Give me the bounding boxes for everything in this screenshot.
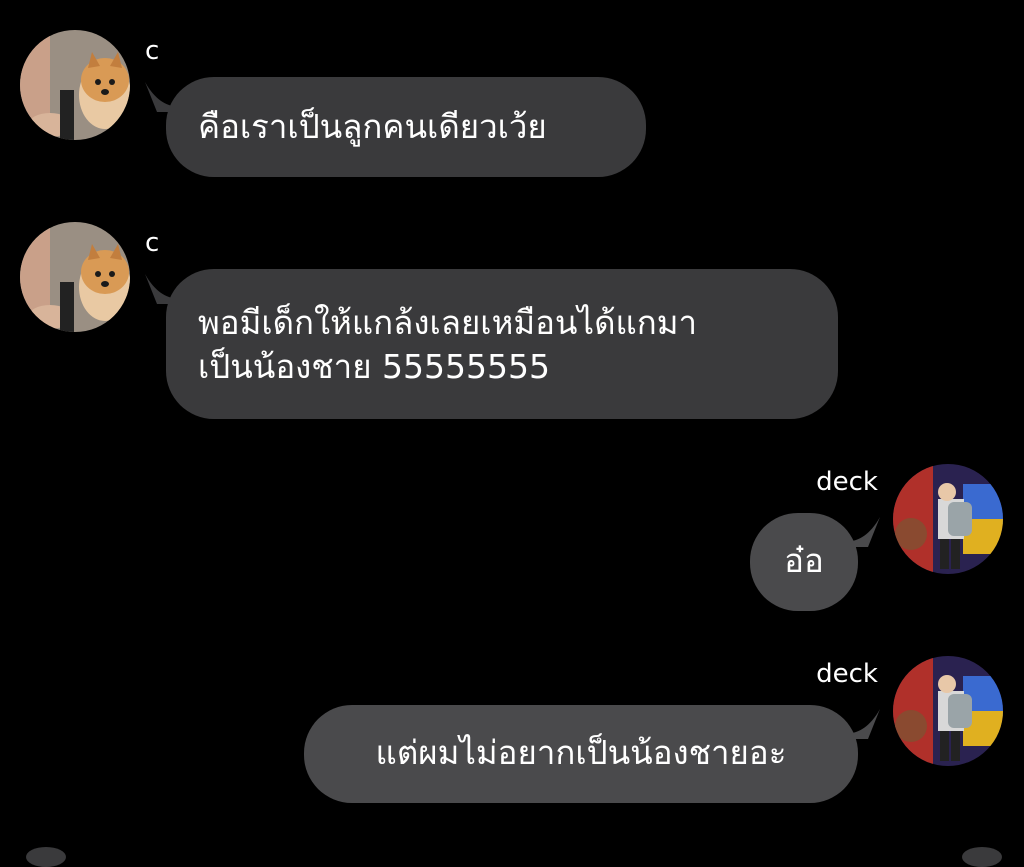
message-outgoing-2: deck แต่ผมไม่อยากเป็นน้องชายอะ bbox=[0, 0, 1024, 853]
partial-bubble-edge bbox=[26, 847, 66, 867]
bubble-tail bbox=[850, 709, 880, 739]
arcade-person-avatar-icon[interactable] bbox=[893, 656, 1003, 766]
message-bubble[interactable]: แต่ผมไม่อยากเป็นน้องชายอะ bbox=[304, 705, 858, 803]
sender-name: deck bbox=[816, 659, 878, 689]
partial-bubble-edge bbox=[962, 847, 1002, 867]
